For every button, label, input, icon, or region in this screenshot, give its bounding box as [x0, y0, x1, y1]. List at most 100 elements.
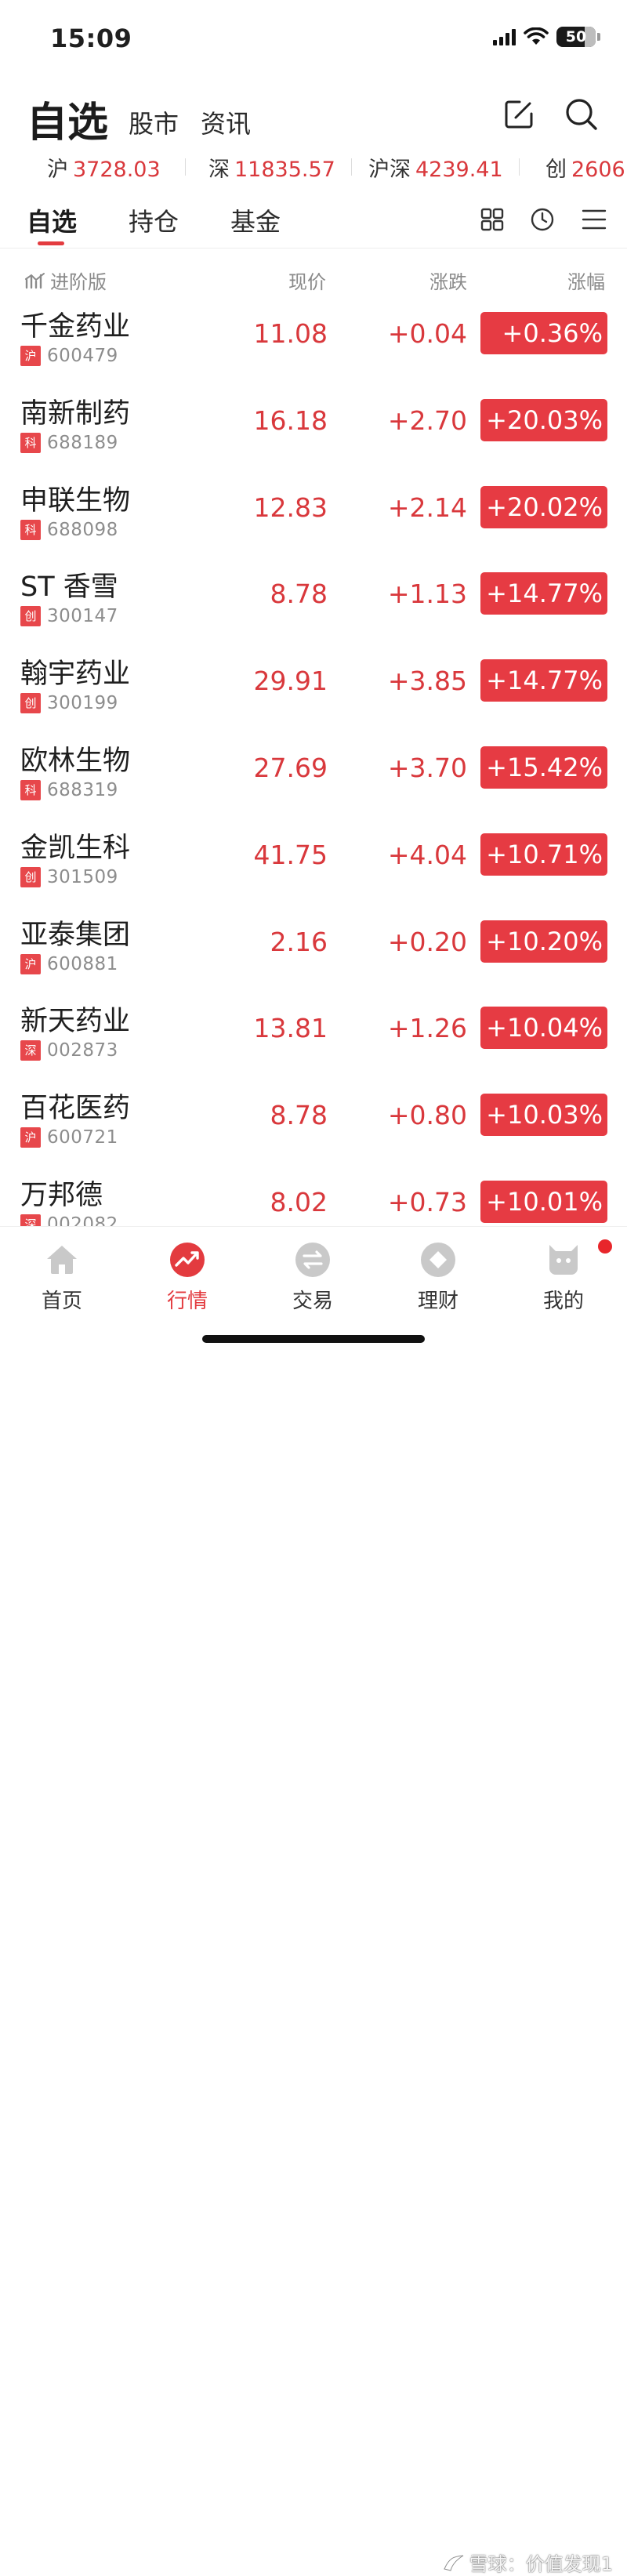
stock-price: 16.18	[253, 405, 328, 436]
stock-pct-change[interactable]: +14.77%	[480, 572, 607, 615]
ticker-name: 沪深	[368, 158, 411, 182]
stock-price: 8.78	[270, 1100, 328, 1131]
stock-change: +0.80	[387, 1100, 467, 1131]
stock-pct-change[interactable]: +0.36%	[480, 312, 607, 354]
stock-price: 8.02	[270, 1186, 328, 1217]
header: 自选 股市 资讯	[0, 78, 627, 149]
divider	[185, 158, 186, 176]
stock-name: 万邦德	[20, 1179, 103, 1211]
stock-code: 688319	[47, 779, 118, 800]
nav-market[interactable]: 行情	[144, 1241, 230, 1314]
battery-level: 50	[565, 28, 587, 45]
stock-row[interactable]: 百花医药沪 600721 8.78 +0.80 +10.03%	[0, 1081, 627, 1168]
market-badge: 创	[20, 866, 41, 887]
nav-profile[interactable]: 我的	[520, 1238, 614, 1314]
stock-row[interactable]: 金凯生科创 301509 41.75 +4.04 +10.71%	[0, 821, 627, 908]
nav-trade[interactable]: 交易	[270, 1241, 356, 1314]
stock-name: 欧林生物	[20, 745, 131, 777]
menu-button[interactable]	[578, 204, 610, 235]
ticker-item-sh[interactable]: 沪 3728.03	[47, 152, 161, 183]
snowball-logo-icon	[444, 2555, 463, 2571]
stock-pct-change[interactable]: +20.02%	[480, 485, 607, 528]
tab-watchlist[interactable]: 自选	[27, 202, 77, 238]
stock-pct-change[interactable]: +10.20%	[480, 920, 607, 963]
stock-pct-change[interactable]: +10.71%	[480, 833, 607, 876]
tab-holdings[interactable]: 持仓	[129, 202, 179, 238]
stock-code: 002082	[47, 1214, 118, 1226]
page-title[interactable]: 自选	[27, 89, 108, 148]
ticker-item-sz[interactable]: 深 11835.57	[208, 152, 335, 183]
column-pct[interactable]: 涨幅	[567, 267, 605, 294]
stock-row[interactable]: ST 香雪创 300147 8.78 +1.13 +14.77%	[0, 560, 627, 647]
ticker-item-hs[interactable]: 沪深 4239.41	[368, 152, 503, 183]
stock-list[interactable]: 千金药业沪 600479 11.08 +0.04 +0.36% 南新制药科 688189 16…	[0, 299, 627, 1226]
home-indicator	[202, 1335, 425, 1343]
ticker-value: 3728.03	[73, 158, 161, 182]
menu-icon	[582, 209, 607, 230]
ticker-name: 深	[208, 158, 230, 182]
ticker-item-cy[interactable]: 创 2606	[545, 152, 625, 183]
stock-price: 27.69	[253, 752, 328, 783]
stock-row[interactable]: 南新制药科 688189 16.18 +2.70 +20.03%	[0, 386, 627, 473]
stock-change: +0.73	[387, 1186, 467, 1217]
stock-row[interactable]: 千金药业沪 600479 11.08 +0.04 +0.36%	[0, 299, 627, 386]
stock-meta: 创 301509	[20, 866, 118, 887]
stock-meta: 沪 600721	[20, 1127, 118, 1148]
stock-price: 8.78	[270, 579, 328, 610]
stock-pct-change[interactable]: +14.77%	[480, 659, 607, 702]
search-button[interactable]	[563, 96, 600, 133]
stock-code: 300147	[47, 606, 118, 627]
stock-name: 翰宇药业	[20, 659, 131, 691]
stock-code: 002873	[47, 1040, 118, 1061]
tab-stock-market[interactable]: 股市	[129, 104, 179, 140]
ticker-name: 沪	[47, 158, 68, 182]
market-badge: 科	[20, 519, 41, 540]
stock-price: 12.83	[253, 492, 328, 523]
stock-pct-change[interactable]: +10.04%	[480, 1007, 607, 1050]
edit-button[interactable]	[500, 96, 538, 133]
tab-news[interactable]: 资讯	[201, 104, 251, 140]
nav-home[interactable]: 首页	[19, 1241, 105, 1314]
stock-name: 百花医药	[20, 1093, 131, 1125]
stock-row[interactable]: 翰宇药业创 300199 29.91 +3.85 +14.77%	[0, 647, 627, 734]
stock-row[interactable]: 万邦德深 002082 8.02 +0.73 +10.01%	[0, 1168, 627, 1226]
grid-view-button[interactable]	[477, 204, 508, 235]
stock-row[interactable]: 亚泰集团沪 600881 2.16 +0.20 +10.20%	[0, 908, 627, 995]
nav-label: 行情	[166, 1290, 208, 1313]
stock-price: 13.81	[253, 1013, 328, 1044]
stock-code: 301509	[47, 866, 118, 887]
status-time: 15:09	[50, 24, 132, 53]
divider	[351, 158, 352, 176]
index-ticker[interactable]: 沪 3728.03 深 11835.57 沪深 4239.41 创 2606	[0, 149, 627, 185]
stock-row[interactable]: 新天药业深 002873 13.81 +1.26 +10.04%	[0, 994, 627, 1081]
nav-wealth[interactable]: 理财	[395, 1241, 481, 1314]
stock-price: 29.91	[253, 666, 328, 697]
market-badge: 沪	[20, 953, 41, 974]
active-tab-indicator	[38, 241, 64, 245]
search-icon	[566, 99, 597, 130]
stock-pct-change[interactable]: +20.03%	[480, 398, 607, 441]
stock-row[interactable]: 欧林生物科 688319 27.69 +3.70 +15.42%	[0, 734, 627, 821]
status-bar: 15:09 50	[0, 0, 627, 78]
stock-pct-change[interactable]: +10.01%	[480, 1180, 607, 1223]
column-change[interactable]: 涨跌	[429, 267, 467, 294]
market-badge: 创	[20, 693, 41, 714]
stock-pct-change[interactable]: +15.42%	[480, 746, 607, 789]
watermark-text: 雪球：价值发现1	[469, 2553, 613, 2575]
stock-change: +2.70	[387, 405, 467, 436]
cellular-signal-icon	[493, 28, 516, 45]
watchlist-tabs: 自选 持仓 基金	[0, 193, 627, 249]
column-price[interactable]: 现价	[288, 267, 326, 294]
history-button[interactable]	[527, 204, 558, 235]
stock-pct-change[interactable]: +10.03%	[480, 1094, 607, 1137]
stock-meta: 沪 600881	[20, 953, 118, 974]
advanced-label: 进阶版	[50, 271, 107, 293]
home-icon	[43, 1241, 81, 1279]
advanced-mode-toggle[interactable]: 进阶版	[25, 267, 107, 294]
chart-bars-icon	[25, 272, 45, 288]
market-trend-icon	[169, 1241, 206, 1279]
stock-name: 亚泰集团	[20, 919, 131, 951]
tab-funds[interactable]: 基金	[230, 202, 281, 238]
stock-row[interactable]: 申联生物科 688098 12.83 +2.14 +20.02%	[0, 473, 627, 561]
market-badge: 创	[20, 606, 41, 627]
